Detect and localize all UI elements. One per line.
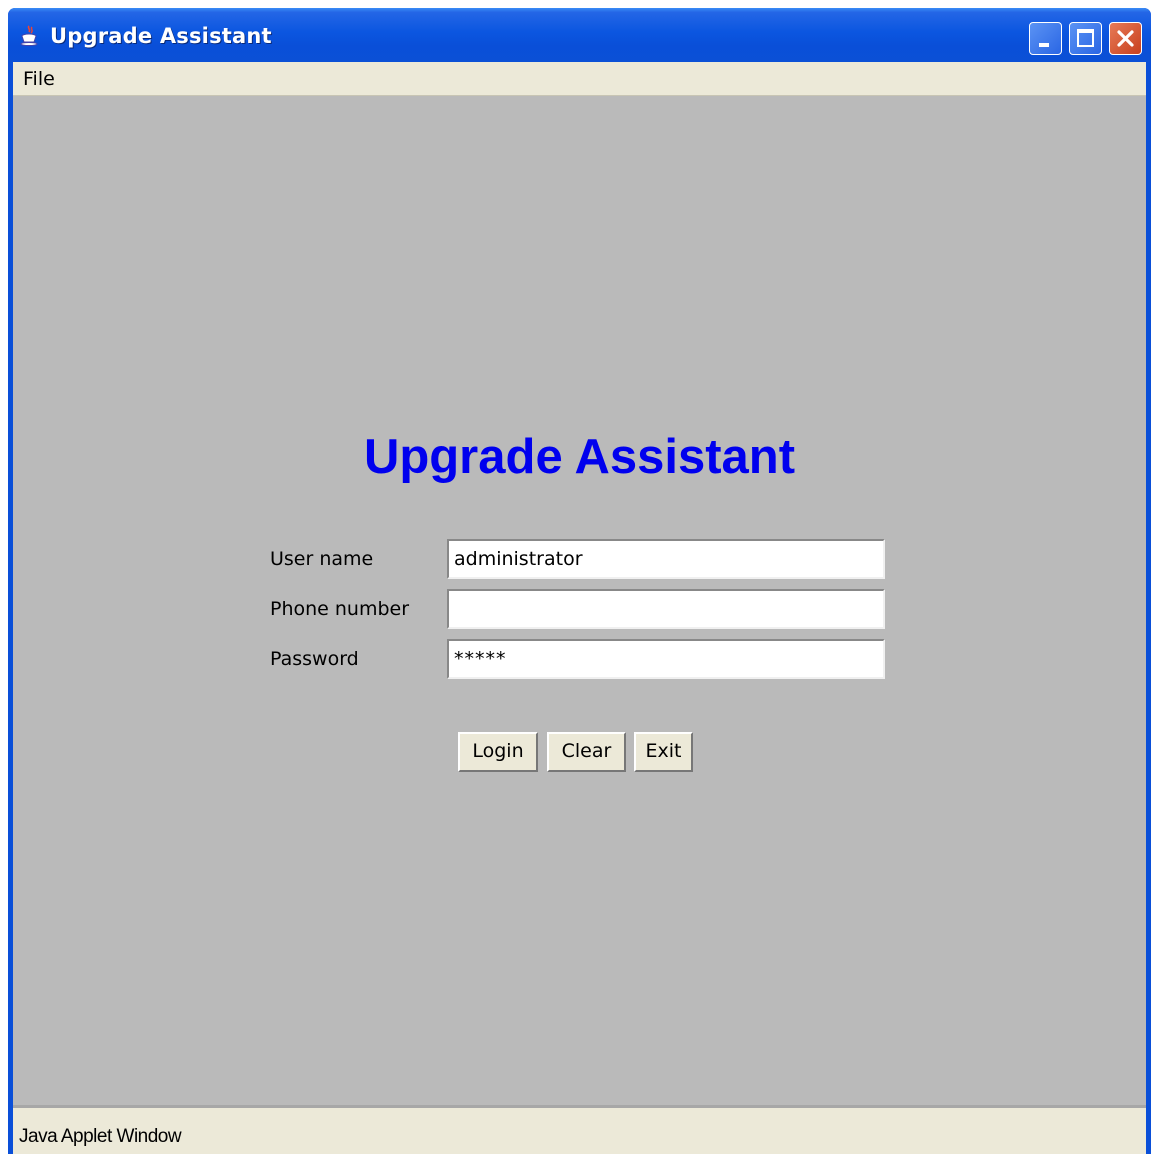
window-title: Upgrade Assistant — [50, 24, 272, 48]
phone-field[interactable] — [447, 589, 885, 629]
maximize-button[interactable] — [1069, 22, 1102, 55]
clear-button[interactable]: Clear — [547, 732, 626, 772]
status-bar: Java Applet Window — [13, 1105, 1146, 1154]
password-label: Password — [270, 648, 359, 670]
applet-window: Upgrade Assistant File Upgrade Assistant… — [8, 8, 1151, 1154]
login-panel: Upgrade Assistant User name Phone number… — [13, 96, 1146, 1105]
password-field[interactable] — [447, 639, 885, 679]
menu-bar: File — [13, 62, 1146, 96]
username-field[interactable] — [447, 539, 885, 579]
maximize-icon — [1077, 29, 1094, 47]
close-icon — [1117, 30, 1134, 47]
close-button[interactable] — [1109, 22, 1142, 55]
exit-button[interactable]: Exit — [634, 732, 693, 772]
menu-file[interactable]: File — [23, 68, 55, 90]
login-button[interactable]: Login — [458, 732, 538, 772]
minimize-icon — [1039, 43, 1049, 47]
minimize-button[interactable] — [1029, 22, 1062, 55]
title-bar[interactable]: Upgrade Assistant — [8, 8, 1151, 62]
status-text: Java Applet Window — [19, 1126, 182, 1147]
java-cup-icon — [20, 25, 38, 46]
phone-label: Phone number — [270, 598, 410, 620]
username-label: User name — [270, 548, 374, 570]
page-title: Upgrade Assistant — [363, 430, 796, 484]
